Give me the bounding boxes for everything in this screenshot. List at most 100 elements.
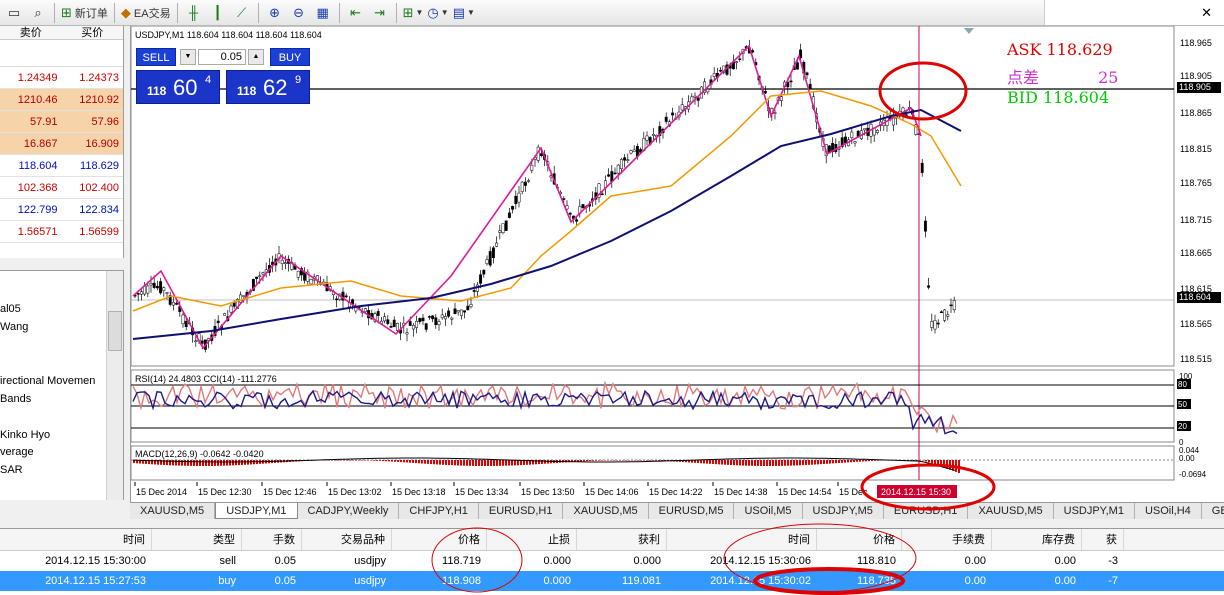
chart-shift-button[interactable]: ⇤ <box>345 2 367 24</box>
macd-histogram-bar <box>475 460 477 466</box>
terminal-column-header[interactable]: 交易品种 <box>302 529 392 550</box>
chart-tab[interactable]: XAUUSD,M5 <box>968 503 1054 519</box>
zoom-out-button[interactable]: ⊖ <box>288 2 310 24</box>
navigator-item[interactable]: verage <box>0 446 34 458</box>
terminal-column-header[interactable]: 手续费 <box>902 529 992 550</box>
navigator-item[interactable]: irectional Movemen <box>0 375 95 387</box>
chart-tab[interactable]: EURUSD,M5 <box>649 503 735 519</box>
templates-button[interactable]: ▤ ▼ <box>452 2 476 24</box>
market-watch-row[interactable]: 57.91 57.96 <box>0 111 123 133</box>
navigator-item[interactable]: SAR <box>0 464 23 476</box>
chart-tab[interactable]: USDJPY,M1 <box>215 503 298 519</box>
market-watch-col-ask[interactable]: 买价 <box>62 26 124 39</box>
terminal-cell: 0.05 <box>274 575 296 587</box>
market-watch-col-bid[interactable]: 卖价 <box>0 26 62 39</box>
market-watch-row[interactable]: 1210.46 1210.92 <box>0 89 123 111</box>
new-order-button[interactable]: ⊞ 新订单 <box>60 2 109 24</box>
terminal-row[interactable]: 2014.12.15 15:30:00 sell 0.05 usdjpy 118.719… <box>0 551 1224 571</box>
chart-tab[interactable]: GBPU: <box>1202 503 1224 519</box>
cci-line <box>132 380 958 434</box>
zoom-in-button[interactable]: ⊕ <box>264 2 286 24</box>
candle-body <box>735 61 739 63</box>
terminal-column-header[interactable]: 手数 <box>242 529 302 550</box>
navigator-item[interactable]: Bands <box>0 393 31 405</box>
candle-body <box>472 290 476 292</box>
terminal-cell: 2014.12.15 15:30:00 <box>45 555 146 567</box>
toolbar-profiles-button[interactable]: ▭ <box>3 2 25 24</box>
macd-histogram-bar <box>433 460 435 465</box>
terminal-column-header[interactable]: 时间 <box>0 529 152 550</box>
market-watch-row[interactable]: 118.604 118.629 <box>0 155 123 177</box>
macd-histogram-bar <box>802 460 804 466</box>
macd-histogram-bar <box>589 460 591 461</box>
toolbar-zoom-button[interactable]: ⌕ <box>27 2 49 24</box>
terminal-column-header[interactable]: 价格 <box>392 529 487 550</box>
chart-tab[interactable]: USOil,H4 <box>1135 503 1202 519</box>
buy-button[interactable]: BUY <box>270 48 310 66</box>
navigator-item[interactable]: Wang <box>0 321 28 333</box>
market-watch-row[interactable]: 1.24349 1.24373 <box>0 67 123 89</box>
tile-windows-button[interactable]: ▦ <box>312 2 334 24</box>
candlestick-button[interactable]: ┃ <box>207 2 229 24</box>
macd-histogram-bar <box>868 460 870 462</box>
bar-chart-button[interactable]: ╫ <box>183 2 205 24</box>
chart-tab[interactable]: CADJPY,Weekly <box>298 503 400 519</box>
macd-histogram-bar <box>367 460 369 461</box>
periods-button[interactable]: ◷ ▼ <box>426 2 449 24</box>
terminal-column-header[interactable]: 止损 <box>487 529 577 550</box>
navigator-scrollbar[interactable] <box>106 271 123 500</box>
macd-histogram-bar <box>610 460 612 461</box>
terminal-column-header[interactable]: 获 <box>1082 529 1124 550</box>
navigator-item[interactable]: Kinko Hyo <box>0 429 50 441</box>
indicators-icon: ⊞ <box>402 5 414 20</box>
chart-window[interactable]: 118.965 118.905 118.865 118.815 118.765 118.7… <box>130 26 1224 502</box>
terminal-column-header[interactable]: 类型 <box>152 529 242 550</box>
ea-trading-button[interactable]: ◆ EA交易 <box>120 2 172 24</box>
market-watch-row[interactable]: 102.368 102.400 <box>0 177 123 199</box>
chart-tab[interactable]: XAUUSD,M5 <box>563 503 649 519</box>
terminal-column-header[interactable]: 库存费 <box>992 529 1082 550</box>
chart-tab[interactable]: USOil,M5 <box>734 503 803 519</box>
chart-tab[interactable]: USDJPY,M5 <box>803 503 884 519</box>
candle-body <box>389 326 393 328</box>
sell-price-box[interactable]: 118 60 4 <box>136 70 220 104</box>
new-order-label: 新订单 <box>74 7 108 20</box>
candle-body <box>466 305 470 311</box>
market-watch-row[interactable]: 122.799 122.834 <box>0 199 123 221</box>
chart-tab[interactable]: EURUSD,H1 <box>479 503 564 519</box>
sell-price-prefix: 118 <box>147 84 167 98</box>
buy-price-box[interactable]: 118 62 9 <box>226 70 310 104</box>
market-watch-row[interactable]: 1.56571 1.56599 <box>0 221 123 243</box>
scrollbar-thumb[interactable] <box>108 311 122 351</box>
lot-decrease-button[interactable]: ▼ <box>180 49 196 65</box>
chart-tab[interactable]: CHFJPY,H1 <box>399 503 479 519</box>
price-scale-label: 118.965 <box>1180 38 1212 48</box>
chart-tab[interactable]: USDJPY,M1 <box>1054 503 1135 519</box>
indicators-button[interactable]: ⊞ ▼ <box>402 2 425 24</box>
market-watch-row[interactable]: 16.867 16.909 <box>0 133 123 155</box>
line-chart-button[interactable]: ⟋ <box>231 2 253 24</box>
candle-body <box>296 270 300 278</box>
lot-increase-button[interactable]: ▲ <box>248 49 264 65</box>
candle-body <box>216 320 220 324</box>
macd-histogram-bar <box>388 460 390 462</box>
sell-button[interactable]: SELL <box>136 48 176 66</box>
autoscroll-button[interactable]: ⇥ <box>369 2 391 24</box>
price-scale-label: 118.604 <box>1179 292 1211 302</box>
chart-tab[interactable]: EURUSD,H1 <box>884 503 969 519</box>
terminal-column-header[interactable]: 价格 <box>817 529 902 550</box>
macd-histogram-bar <box>205 460 207 466</box>
terminal-column-header[interactable]: 获利 <box>577 529 667 550</box>
chart-tab[interactable]: XAUUSD,M5 <box>130 503 216 519</box>
lot-size-input[interactable] <box>198 49 246 65</box>
navigator-item[interactable]: al05 <box>0 303 21 315</box>
macd-histogram-bar <box>397 460 399 462</box>
macd-histogram-bar <box>376 460 378 461</box>
terminal-row[interactable]: 2014.12.15 15:27:53 buy 0.05 usdjpy 118.908 0… <box>0 571 1224 591</box>
price-scale-label: 118.765 <box>1180 178 1212 188</box>
candle-body <box>626 159 630 161</box>
close-icon[interactable]: ✕ <box>1201 5 1212 21</box>
terminal-column-header[interactable]: 时间 <box>667 529 817 550</box>
candle-body <box>255 276 259 279</box>
macd-histogram-bar <box>178 460 180 466</box>
